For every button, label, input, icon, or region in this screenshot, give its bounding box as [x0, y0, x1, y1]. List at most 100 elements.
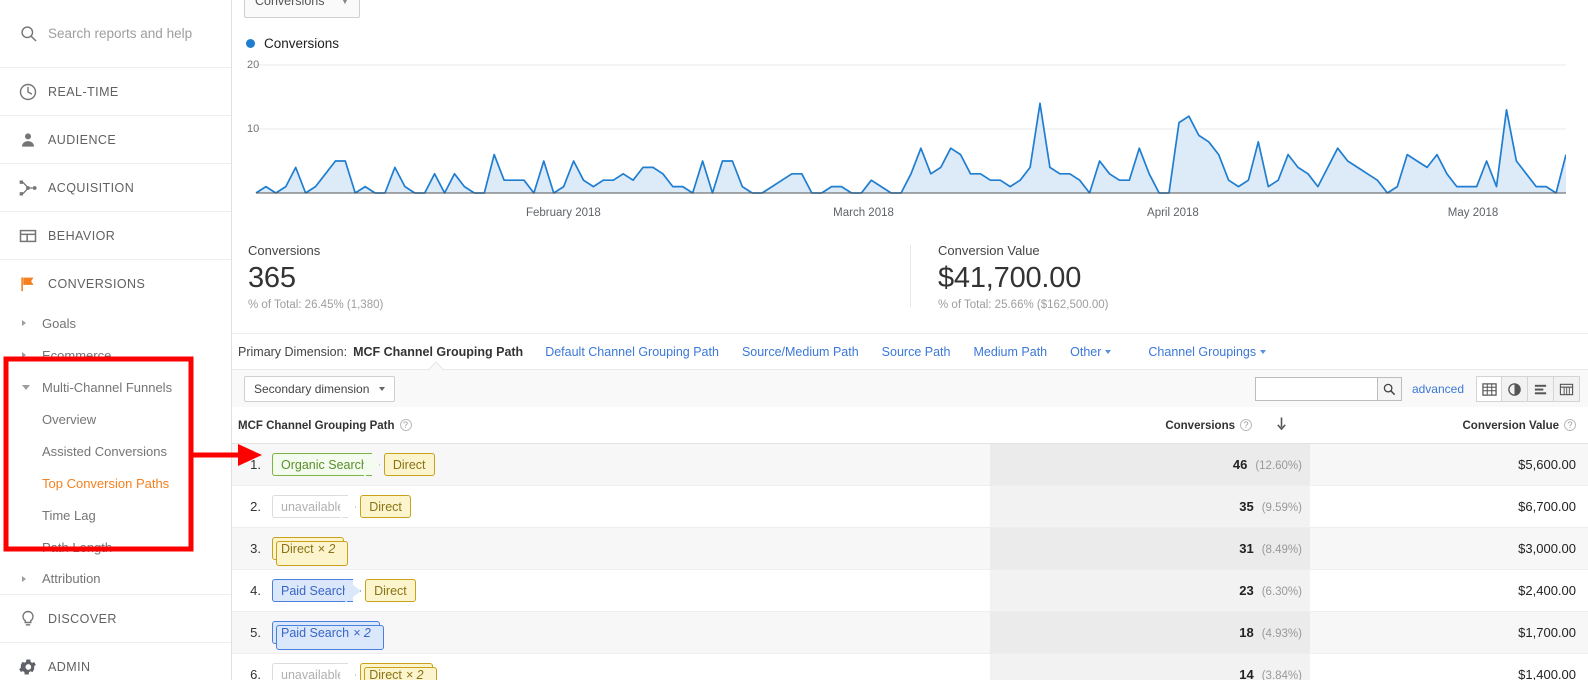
table-row[interactable]: 3. Direct × 2 31 (8.49%) $3,000.00	[232, 527, 1588, 570]
sidebar-item-acquisition[interactable]: ACQUISITION	[0, 164, 231, 211]
sidebar-item-path-length[interactable]: Path Length	[0, 531, 231, 563]
channel-chip[interactable]: Direct × 2	[272, 537, 349, 566]
left-sidebar: REAL-TIME AUDIENCE	[0, 0, 232, 680]
pie-chart-view-icon[interactable]	[1502, 376, 1528, 402]
chevron-down-icon	[16, 384, 42, 390]
dimension-link-default-channel-grouping-path[interactable]: Default Channel Grouping Path	[545, 345, 719, 359]
sort-indicator[interactable]	[1252, 407, 1310, 444]
sidebar-item-multi-channel-funnels[interactable]: Multi-Channel Funnels	[0, 371, 231, 403]
pivot-view-icon[interactable]	[1554, 376, 1580, 402]
lightbulb-icon	[8, 609, 48, 629]
help-icon[interactable]: ?	[1564, 418, 1576, 431]
row-path-cell[interactable]: unavailable Direct × 2	[270, 653, 990, 680]
sidebar-item-real-time[interactable]: REAL-TIME	[0, 68, 231, 115]
sidebar-item-admin[interactable]: ADMIN	[0, 643, 231, 680]
channel-chip[interactable]: unavailable	[272, 663, 349, 680]
dimension-link-other[interactable]: Other	[1070, 345, 1112, 359]
dimension-link-source-path[interactable]: Source Path	[882, 345, 951, 359]
sidebar-item-discover[interactable]: DISCOVER	[0, 595, 231, 642]
row-path-cell[interactable]: Direct × 2	[270, 527, 990, 570]
chevron-right-icon	[16, 352, 42, 358]
conversions-chart[interactable]: 20 10	[246, 57, 1574, 207]
channel-chip-label: Paid Search	[281, 583, 350, 598]
advanced-link[interactable]: advanced	[1412, 382, 1464, 396]
row-conversion-value: $1,400.00	[1310, 653, 1588, 680]
channel-chip-label: unavailable	[281, 499, 345, 514]
channel-groupings-link[interactable]: Channel Groupings	[1148, 345, 1267, 359]
row-conversion-value: $1,700.00	[1310, 611, 1588, 654]
summary-label: Conversions	[248, 243, 321, 258]
nav-realtime-group: REAL-TIME	[0, 68, 231, 116]
row-path-cell[interactable]: Organic Search Direct	[270, 443, 990, 486]
channel-chip[interactable]: Organic Search	[272, 453, 372, 476]
chevron-down-icon	[379, 386, 386, 391]
row-path-cell[interactable]: Paid Search Direct	[270, 569, 990, 612]
flag-icon	[8, 274, 48, 294]
dimension-link-source-medium-path[interactable]: Source/Medium Path	[742, 345, 859, 359]
sidebar-item-audience[interactable]: AUDIENCE	[0, 116, 231, 163]
row-conversions-value: 31	[1239, 541, 1254, 556]
sidebar-item-goals[interactable]: Goals	[0, 307, 231, 339]
sidebar-item-conversions[interactable]: CONVERSIONS	[0, 260, 231, 307]
legend-color-dot	[246, 39, 255, 48]
row-conversions-value: 23	[1239, 583, 1254, 598]
row-path-cell[interactable]: unavailable Direct	[270, 485, 990, 528]
header-conversions[interactable]: Conversions?	[990, 407, 1252, 444]
row-conversions: 18 (4.93%)	[990, 611, 1310, 654]
row-conversions-percent: (6.30%)	[1261, 586, 1302, 598]
secondary-dimension-button[interactable]: Secondary dimension	[244, 375, 396, 402]
channel-chip[interactable]: unavailable	[272, 495, 349, 518]
sidebar-item-assisted-conversions[interactable]: Assisted Conversions	[0, 435, 231, 467]
help-icon[interactable]: ?	[1240, 418, 1252, 431]
row-conversions: 14 (3.84%)	[990, 653, 1310, 680]
table-header-row: MCF Channel Grouping Path? Conversions? …	[232, 407, 1588, 444]
sidebar-item-behavior[interactable]: BEHAVIOR	[0, 212, 231, 259]
y-axis-tick-10: 10	[247, 123, 260, 135]
search-input[interactable]	[48, 26, 218, 41]
share-nodes-icon	[8, 178, 48, 198]
metric-dropdown-label: Conversions	[255, 0, 325, 8]
row-conversions: 31 (8.49%)	[990, 527, 1310, 570]
table-row[interactable]: 4. Paid Search Direct 23 (6.30%) $2,400.00	[232, 569, 1588, 612]
table-body: 1. Organic Search Direct 46 (12.60%) $5,600.0…	[232, 443, 1588, 680]
search-reports-row[interactable]	[0, 0, 231, 68]
channel-chip-group: unavailable Direct	[272, 495, 990, 518]
help-icon[interactable]: ?	[399, 418, 412, 431]
sidebar-item-top-conversion-paths[interactable]: Top Conversion Paths	[0, 467, 231, 499]
table-view-icon[interactable]	[1476, 376, 1502, 402]
row-conversion-value: $3,000.00	[1310, 527, 1588, 570]
header-conversion-value[interactable]: Conversion Value?	[1310, 407, 1588, 444]
channel-chip[interactable]: Direct	[383, 453, 435, 476]
x-axis-tick-label: February 2018	[525, 207, 601, 219]
nav-acquisition-group: ACQUISITION	[0, 164, 231, 212]
y-axis-tick-20: 20	[247, 59, 260, 71]
performance-view-icon[interactable]	[1528, 376, 1554, 402]
row-path-cell[interactable]: Paid Search × 2	[270, 611, 990, 654]
channel-chip[interactable]: Direct	[365, 579, 416, 602]
sidebar-item-time-lag[interactable]: Time Lag	[0, 499, 231, 531]
legend-label: Conversions	[264, 36, 340, 51]
sidebar-item-ecommerce[interactable]: Ecommerce	[0, 339, 231, 371]
dimension-link-medium-path[interactable]: Medium Path	[973, 345, 1047, 359]
channel-chip[interactable]: Paid Search	[272, 579, 354, 602]
sidebar-item-attribution[interactable]: Attribution	[0, 563, 231, 595]
table-search-button[interactable]	[1376, 377, 1402, 401]
table-row[interactable]: 1. Organic Search Direct 46 (12.60%) $5,600.0…	[232, 443, 1588, 486]
table-row[interactable]: 6. unavailable Direct × 2 14 (3.84%) $1,400.00	[232, 653, 1588, 680]
sidebar-item-overview[interactable]: Overview	[0, 403, 231, 435]
table-search-input[interactable]	[1254, 377, 1377, 401]
table-toolbar: Secondary dimension advanced	[232, 369, 1588, 407]
table-row[interactable]: 5. Paid Search × 2 18 (4.93%) $1,700.00	[232, 611, 1588, 654]
table-row[interactable]: 2. unavailable Direct 35 (9.59%) $6,700.00	[232, 485, 1588, 528]
channel-chip[interactable]: Direct	[360, 495, 411, 518]
channel-chip[interactable]: Direct × 2	[360, 663, 438, 680]
chevron-right-icon	[16, 320, 42, 326]
arrow-down-icon	[1276, 417, 1286, 431]
channel-chip[interactable]: Paid Search × 2	[272, 621, 384, 650]
header-mcf-channel-grouping-path[interactable]: MCF Channel Grouping Path?	[232, 407, 990, 444]
x-axis-tick-label: April 2018	[1147, 207, 1199, 219]
channel-chip-group: Direct × 2	[272, 537, 990, 566]
metric-dropdown[interactable]: Conversions ▼	[244, 0, 361, 18]
row-conversions-value: 18	[1239, 625, 1254, 640]
channel-chip-repeat: × 2	[405, 667, 424, 680]
